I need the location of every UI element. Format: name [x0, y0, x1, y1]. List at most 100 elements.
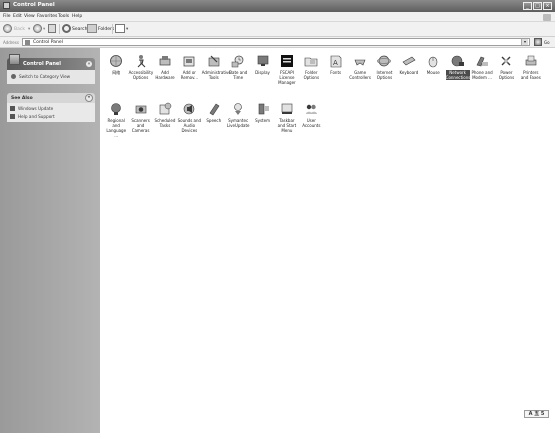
menu-edit[interactable]: Edit [13, 14, 22, 19]
views-dropdown-icon[interactable]: ▾ [126, 27, 128, 32]
cp-item-keyboard[interactable]: Keyboard [397, 54, 421, 102]
cp-item-fscapi-license-manager[interactable]: FSCAPI License Manager [275, 54, 299, 102]
cp-item-label: Speech [206, 118, 222, 123]
collapse-chevron-icon[interactable]: « [85, 94, 93, 102]
cp-item-label: FSCAPI License Manager [278, 70, 296, 85]
cp-item-game-controllers[interactable]: Game Controllers [348, 54, 372, 102]
address-field[interactable]: Control Panel ▾ [22, 38, 530, 46]
views-icon[interactable] [115, 24, 125, 33]
forward-dropdown-icon[interactable]: ▾ [43, 27, 45, 32]
windows-update-icon[interactable] [10, 106, 15, 111]
back-arrow-icon[interactable] [3, 24, 12, 33]
monitor-icon [257, 55, 268, 66]
cp-item-label: Taskbar and Start Menu [277, 118, 297, 133]
globe2-icon [111, 103, 121, 115]
minimize-button[interactable]: _ [523, 2, 532, 10]
cp-item-network-connections[interactable]: Network Connections [445, 54, 470, 102]
search-icon[interactable] [62, 24, 71, 33]
help-icon[interactable] [10, 114, 15, 119]
collapse-chevron-icon[interactable]: « [85, 60, 93, 68]
control-panel-icon [25, 40, 30, 45]
go-arrow-icon[interactable] [534, 38, 542, 46]
cp-item-mouse[interactable]: Mouse [421, 54, 445, 102]
cp-item-date-and-time[interactable]: Date and Time [226, 54, 250, 102]
cp-item-display[interactable]: Display [250, 54, 274, 102]
globe-icon [110, 55, 123, 67]
cp-item-fonts[interactable]: A Fonts [324, 54, 348, 102]
fonts-icon: A [330, 55, 342, 68]
cp-item-sounds-and-audio-devices[interactable]: Sounds and Audio Devices [177, 102, 201, 150]
go-button-label[interactable]: Go [544, 40, 550, 45]
keyboard-icon [402, 56, 416, 66]
cp-item-system[interactable]: System [250, 102, 274, 150]
windows-update-link[interactable]: Windows Update [18, 106, 53, 111]
cp-item-symantec-liveupdate[interactable]: Symantec LiveUpdate [226, 102, 250, 150]
task-pane: Control Panel « Switch to Category View … [0, 48, 100, 433]
printer-icon [525, 55, 537, 66]
taskbar-icon [281, 103, 293, 114]
cp-item-regional-and-language[interactable]: Regional and Language ... [104, 102, 128, 150]
cp-item-add-hardware[interactable]: Add Hardware [153, 54, 177, 102]
cp-item-accessibility-options[interactable]: Accessibility Options [128, 54, 153, 102]
menu-tools[interactable]: Tools [58, 14, 69, 19]
back-dropdown-icon[interactable]: ▾ [28, 27, 30, 32]
menu-help[interactable]: Help [72, 14, 82, 19]
menu-view[interactable]: View [24, 14, 35, 19]
hardware-icon [159, 56, 171, 66]
maximize-button[interactable]: □ [533, 2, 542, 10]
cp-item-item-0[interactable]: 网络 [104, 54, 128, 102]
cp-item-label: Date and Time [228, 70, 248, 80]
cp-item-label: Game Controllers [349, 70, 371, 80]
cp-item-label: System [255, 118, 270, 123]
ie-icon [377, 55, 392, 67]
address-value[interactable]: Control Panel [33, 40, 63, 45]
up-folder-icon[interactable] [48, 24, 56, 33]
switch-category-view-link[interactable]: Switch to Category View [19, 74, 70, 79]
category-view-icon[interactable] [11, 74, 16, 79]
menu-favorites[interactable]: Favorites [37, 14, 57, 19]
power-icon [501, 56, 511, 66]
cp-item-printers-and-faxes[interactable]: Printers and Faxes [519, 54, 543, 102]
address-label: Address [3, 40, 19, 45]
forward-arrow-icon[interactable] [33, 24, 42, 33]
cp-item-scanners-and-cameras[interactable]: Scanners and Cameras [128, 102, 152, 150]
users-icon [306, 104, 318, 114]
see-also-header[interactable]: See Also « [7, 93, 95, 103]
cp-item-label: Administrative Tools [201, 70, 231, 80]
cp-item-label: Power Options [498, 70, 515, 80]
menu-bar: File Edit View Favorites Tools Help [0, 12, 555, 22]
cp-item-power-options[interactable]: Power Options [494, 54, 518, 102]
cp-item-label: User Accounts [302, 118, 321, 128]
cp-item-label: Scanners and Cameras [131, 118, 150, 133]
address-dropdown-icon[interactable]: ▾ [521, 39, 528, 45]
window-icon[interactable] [3, 2, 10, 9]
cp-item-internet-options[interactable]: Internet Options [372, 54, 396, 102]
cp-item-phone-and-modem[interactable]: Phone and Modem ... [470, 54, 494, 102]
cp-item-administrative-tools[interactable]: Administrative Tools [201, 54, 231, 102]
cp-item-scheduled-tasks[interactable]: Scheduled Tasks [153, 102, 177, 150]
speech-icon [209, 103, 220, 116]
control-panel-icon [9, 54, 20, 65]
back-button-label[interactable]: Back [14, 27, 25, 32]
close-button[interactable]: × [543, 2, 552, 10]
folders-icon[interactable] [87, 24, 97, 33]
menu-file[interactable]: File [3, 14, 11, 19]
cp-item-speech[interactable]: Speech [202, 102, 226, 150]
sound-icon [184, 103, 195, 115]
control-panel-section-header[interactable]: Control Panel « [7, 54, 95, 70]
cp-item-label: Mouse [426, 70, 440, 75]
cp-item-taskbar-and-start-menu[interactable]: Taskbar and Start Menu [275, 102, 299, 150]
cp-item-folder-options[interactable]: Folder Options [299, 54, 323, 102]
toolbar-separator [59, 24, 60, 34]
liveupdate-icon [234, 103, 242, 115]
title-bar[interactable]: Control Panel _ □ × [0, 0, 555, 12]
cp-item-label: Printers and Faxes [520, 70, 541, 80]
cp-item-label: 网络 [112, 70, 121, 75]
cp-item-user-accounts[interactable]: User Accounts [299, 102, 323, 150]
cp-item-add-or-remov[interactable]: Add or Remov... [177, 54, 201, 102]
help-support-link[interactable]: Help and Support [18, 114, 55, 119]
language-bar[interactable]: A 五 5 [524, 410, 549, 418]
search-button-label[interactable]: Search [72, 27, 87, 32]
control-panel-items-area: 网络 Accessibility Options Add Hardware Add o… [100, 48, 555, 433]
box-icon [184, 56, 195, 67]
